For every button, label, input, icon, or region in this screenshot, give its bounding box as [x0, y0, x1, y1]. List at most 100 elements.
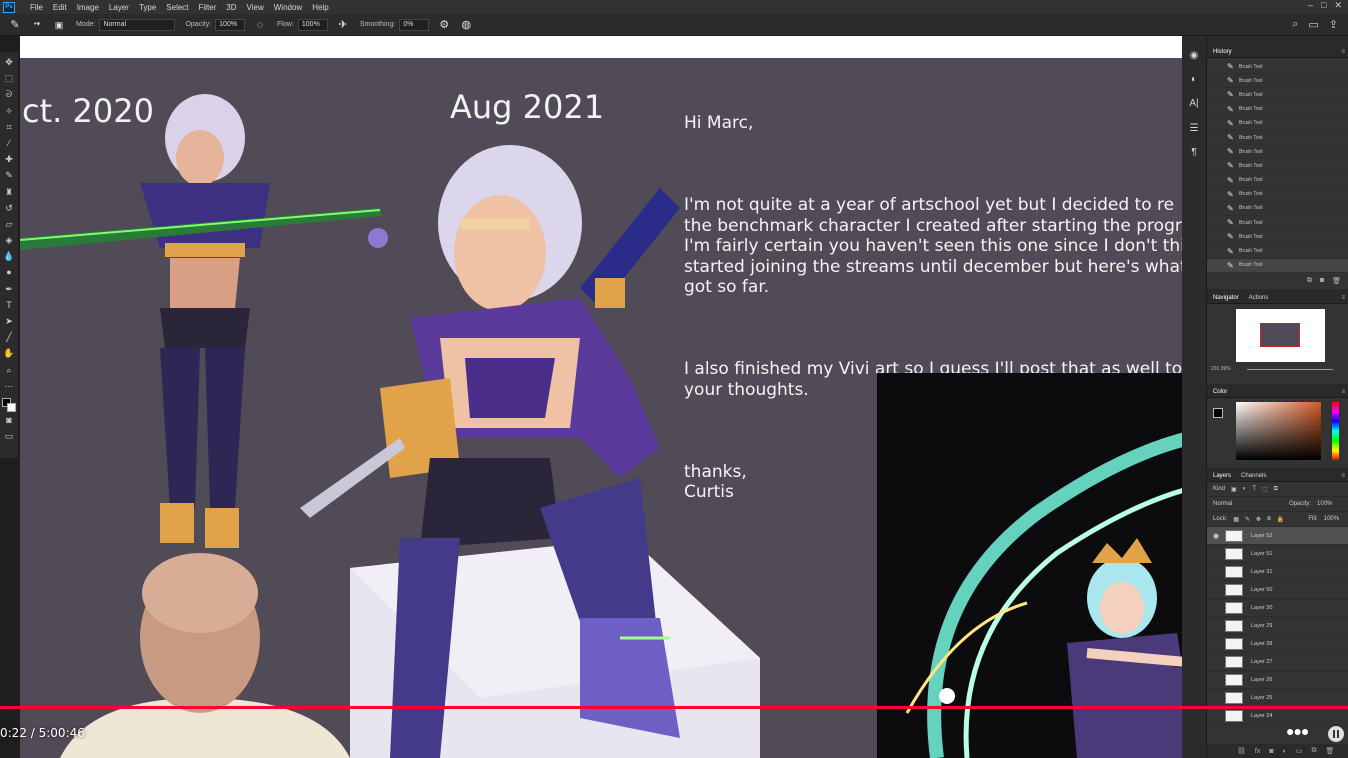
history-item[interactable]: ✎ Brush Tool: [1207, 60, 1348, 75]
history-item[interactable]: ✎ Brush Tool: [1207, 159, 1348, 174]
pressure-opacity-icon[interactable]: ◌: [253, 18, 267, 32]
link-icon[interactable]: ⛓: [1237, 747, 1246, 755]
history-item[interactable]: ✎ Brush Tool: [1207, 103, 1348, 117]
lock-artboard-icon[interactable]: ⧈: [1267, 516, 1271, 523]
more-options-icon[interactable]: ●●●: [1286, 723, 1309, 739]
search-icon[interactable]: ⌕: [1292, 18, 1298, 31]
history-item[interactable]: ✎ Brush Tool: [1207, 145, 1348, 160]
adjustment-layer-icon[interactable]: ◐: [1283, 748, 1287, 755]
properties-icon[interactable]: ☰: [1187, 122, 1201, 136]
channels-tab[interactable]: Channels: [1241, 473, 1266, 479]
navigator-tab[interactable]: Navigator: [1213, 295, 1239, 301]
smoothing-field[interactable]: 0%: [399, 18, 430, 31]
foreground-color-chip[interactable]: [1213, 408, 1223, 418]
pen-tool-icon[interactable]: ✒: [2, 282, 16, 296]
airbrush-icon[interactable]: ✈: [336, 18, 350, 32]
navigator-zoom-slider[interactable]: [1247, 369, 1333, 370]
screen-mode-icon[interactable]: ▭: [2, 429, 16, 443]
menu-layer[interactable]: Layer: [104, 3, 134, 12]
history-item[interactable]: ✎ Brush Tool: [1207, 131, 1348, 146]
lock-move-icon[interactable]: ✥: [1256, 516, 1261, 523]
filter-shape-icon[interactable]: ⬚: [1262, 486, 1268, 493]
history-item[interactable]: ✎ Brush Tool: [1207, 88, 1348, 103]
menu-help[interactable]: Help: [307, 3, 333, 12]
layer-fill-field[interactable]: 100%: [1324, 516, 1339, 522]
menu-file[interactable]: File: [25, 3, 48, 12]
line-tool-icon[interactable]: ╱: [2, 330, 16, 344]
fx-icon[interactable]: fx: [1255, 748, 1260, 755]
filter-kind-select[interactable]: Kind: [1213, 486, 1225, 492]
history-item[interactable]: ✎ Brush Tool: [1207, 188, 1348, 202]
menu-3d[interactable]: 3D: [221, 3, 241, 12]
layers-tab[interactable]: Layers: [1213, 473, 1231, 479]
menu-view[interactable]: View: [242, 3, 269, 12]
type-tool-icon[interactable]: T: [2, 298, 16, 312]
close-icon[interactable]: ✕: [1334, 0, 1342, 11]
blend-mode-select[interactable]: Normal: [1213, 501, 1283, 507]
history-item-current[interactable]: ✎ Brush Tool: [1207, 258, 1348, 273]
workspace-icon[interactable]: ▭: [1308, 18, 1318, 31]
history-item[interactable]: ✎ Brush Tool: [1207, 202, 1348, 217]
crop-tool-icon[interactable]: ⌗: [2, 120, 16, 134]
layer-row[interactable]: ◉ Layer 52: [1207, 527, 1348, 545]
panel-menu-icon[interactable]: ≡: [1341, 473, 1345, 479]
dodge-tool-icon[interactable]: ●: [2, 265, 16, 279]
panel-menu-icon[interactable]: ≡: [1341, 49, 1345, 55]
menu-edit[interactable]: Edit: [48, 3, 72, 12]
layer-row[interactable]: Layer 29: [1207, 617, 1348, 635]
clone-stamp-icon[interactable]: ♜: [2, 185, 16, 199]
layer-row[interactable]: Layer 25: [1207, 689, 1348, 707]
color-picker-field[interactable]: [1236, 402, 1321, 460]
hand-tool-icon[interactable]: ✋: [2, 346, 16, 360]
layer-row[interactable]: Layer 26: [1207, 671, 1348, 689]
menu-image[interactable]: Image: [72, 3, 104, 12]
filter-adjust-icon[interactable]: ◐: [1243, 486, 1247, 492]
magic-wand-icon[interactable]: ✧: [2, 104, 16, 118]
paint-bucket-icon[interactable]: ◈: [2, 233, 16, 247]
healing-brush-icon[interactable]: ✚: [2, 152, 16, 166]
brush-preset-icon[interactable]: ✎: [8, 18, 22, 32]
color-swatches[interactable]: [2, 397, 16, 412]
libraries-icon[interactable]: ◉: [1187, 49, 1201, 63]
mode-select[interactable]: Normal: [99, 18, 176, 31]
layer-row[interactable]: Layer 28: [1207, 635, 1348, 653]
paragraph-icon[interactable]: ¶: [1187, 146, 1201, 160]
menu-filter[interactable]: Filter: [194, 3, 222, 12]
pressure-size-icon[interactable]: ◍: [459, 18, 473, 32]
adjustments-icon[interactable]: ◐: [1187, 73, 1201, 87]
history-item[interactable]: ✎ Brush Tool: [1207, 117, 1348, 131]
eyedropper-icon[interactable]: ⁄: [2, 136, 16, 150]
hue-slider[interactable]: [1332, 402, 1339, 460]
lock-all-icon[interactable]: 🔒: [1277, 516, 1284, 523]
path-selection-icon[interactable]: ➤: [2, 314, 16, 328]
trash-icon[interactable]: 🗑: [1332, 277, 1341, 285]
menu-window[interactable]: Window: [269, 3, 307, 12]
lock-transparent-icon[interactable]: ▦: [1233, 516, 1239, 523]
panel-menu-icon[interactable]: ≡: [1341, 389, 1345, 395]
pause-icon[interactable]: [1328, 726, 1344, 742]
filter-smart-icon[interactable]: ⧉: [1274, 486, 1278, 493]
navigator-zoom-value[interactable]: 201.99%: [1211, 366, 1231, 372]
layer-row[interactable]: Layer 51: [1207, 545, 1348, 563]
zoom-tool-icon[interactable]: ⌕: [2, 363, 16, 377]
menu-type[interactable]: Type: [134, 3, 161, 12]
layer-row[interactable]: Layer 27: [1207, 653, 1348, 671]
brush-settings-icon[interactable]: ▣: [52, 18, 66, 32]
move-tool-icon[interactable]: ✥: [2, 55, 16, 69]
background-color-swatch[interactable]: [7, 402, 16, 412]
new-layer-icon[interactable]: ⧉: [1311, 747, 1316, 755]
history-tab[interactable]: History: [1213, 49, 1232, 55]
layer-opacity-field[interactable]: 100%: [1317, 501, 1332, 507]
history-item[interactable]: ✎ Brush Tool: [1207, 230, 1348, 245]
character-icon[interactable]: A|: [1187, 97, 1201, 111]
filter-pixel-icon[interactable]: ▣: [1231, 486, 1237, 493]
maximize-icon[interactable]: □: [1321, 0, 1326, 11]
lock-brush-icon[interactable]: ✎: [1245, 516, 1250, 523]
eraser-icon[interactable]: ▱: [2, 217, 16, 231]
layer-row[interactable]: Layer 30: [1207, 599, 1348, 617]
group-icon[interactable]: ▭: [1296, 747, 1303, 755]
filter-type-icon[interactable]: T: [1252, 486, 1256, 492]
minimize-icon[interactable]: –: [1308, 0, 1313, 11]
brush-tool-icon[interactable]: ✎: [2, 168, 16, 182]
panel-menu-icon[interactable]: ≡: [1341, 295, 1345, 301]
